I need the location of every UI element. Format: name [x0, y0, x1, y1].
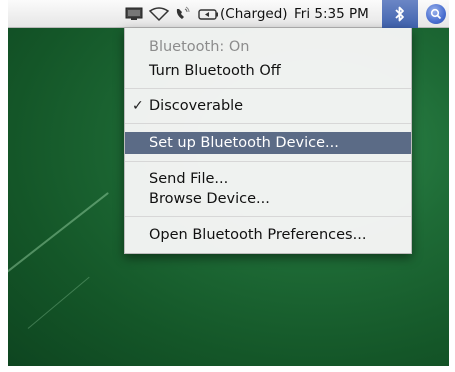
clock-text: Fri 5:35 PM: [294, 5, 369, 22]
spotlight-icon: [430, 8, 442, 20]
open-bluetooth-preferences-item[interactable]: Open Bluetooth Preferences...: [125, 225, 411, 245]
spotlight-button[interactable]: [426, 4, 446, 24]
desktop-light-streak: [8, 192, 109, 280]
menu-separator: [125, 216, 411, 217]
menu-bar: (Charged) Fri 5:35 PM: [8, 0, 449, 28]
menu-separator: [125, 161, 411, 162]
send-file-item[interactable]: Send File...: [125, 169, 411, 189]
battery-status-text[interactable]: (Charged): [220, 0, 288, 27]
bluetooth-dropdown-menu: Bluetooth: On Turn Bluetooth Off ✓ Disco…: [124, 28, 412, 254]
bluetooth-menu-extra[interactable]: [382, 0, 418, 28]
checkmark-icon: ✓: [132, 98, 144, 114]
bluetooth-icon: [395, 6, 404, 22]
battery-icon[interactable]: [198, 0, 220, 27]
menu-separator: [125, 88, 411, 89]
bluetooth-status-item: Bluetooth: On: [149, 39, 250, 55]
browse-device-item[interactable]: Browse Device...: [125, 189, 411, 209]
airport-wifi-icon[interactable]: [148, 0, 170, 27]
discoverable-label: Discoverable: [149, 98, 244, 114]
menu-separator: [125, 123, 411, 124]
turn-bluetooth-off-item[interactable]: Turn Bluetooth Off: [125, 61, 411, 81]
discoverable-item[interactable]: ✓ Discoverable: [125, 96, 411, 116]
battery-status: (Charged): [220, 5, 288, 22]
clock[interactable]: Fri 5:35 PM: [294, 0, 369, 27]
phone-icon[interactable]: [174, 0, 192, 27]
desktop-light-streak: [27, 276, 90, 329]
setup-bluetooth-device-item[interactable]: Set up Bluetooth Device...: [125, 132, 411, 154]
display-mirroring-icon[interactable]: [124, 0, 144, 27]
